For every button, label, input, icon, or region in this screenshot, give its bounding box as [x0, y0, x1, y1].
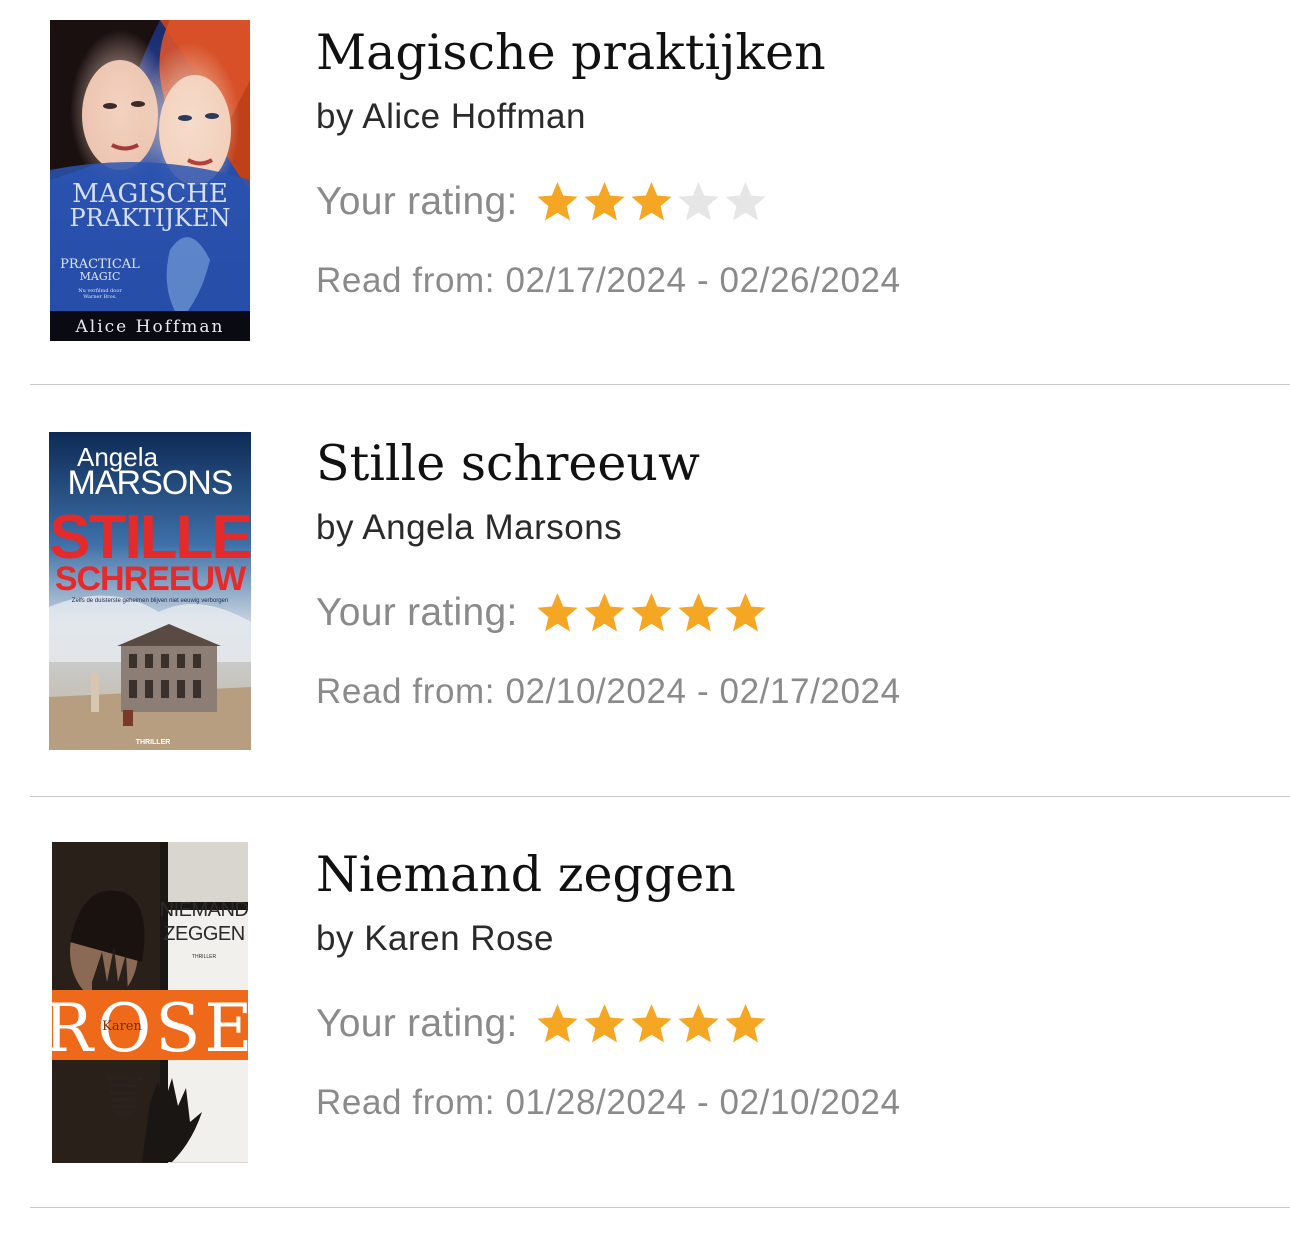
star-empty-icon[interactable]: [722, 179, 769, 223]
star-filled-icon[interactable]: [628, 179, 675, 223]
cover-subtitle-line2: MAGIC: [80, 270, 121, 283]
cover-quote-line1: 'De thrillers van: [106, 1076, 143, 1082]
cover-quote-line4: kippenvel.': [112, 1097, 137, 1103]
cover-quote-source2: Weekly: [116, 1111, 133, 1117]
rating-row: Your rating:: [316, 998, 769, 1048]
row-divider: [30, 1207, 1290, 1208]
cover-author: Alice Hoffman: [75, 317, 225, 337]
cover-quote-source1: Publishers: [111, 1104, 137, 1110]
star-filled-icon[interactable]: [722, 590, 769, 634]
rating-row: Your rating:: [316, 587, 769, 637]
star-filled-icon[interactable]: [722, 1001, 769, 1045]
cover-author-first: Karen: [102, 1019, 142, 1034]
star-filled-icon[interactable]: [675, 1001, 722, 1045]
rating-row: Your rating:: [316, 176, 769, 226]
book-author[interactable]: by Angela Marsons: [316, 510, 622, 545]
book-row[interactable]: NIEMAND ZEGGEN THRILLER ROSE Karen 'De t…: [0, 822, 1290, 1233]
star-rating[interactable]: [534, 590, 769, 634]
cover-quote-line2: Karen Rose: [111, 1083, 138, 1089]
book-cover-image[interactable]: Angela MARSONS STILLE SCHREEUW Zelfs de …: [49, 432, 251, 750]
star-filled-icon[interactable]: [581, 179, 628, 223]
star-rating[interactable]: [534, 179, 769, 223]
read-dates: Read from: 01/28/2024 - 02/10/2024: [316, 1083, 901, 1122]
cover-genre: THRILLER: [192, 954, 217, 960]
star-filled-icon[interactable]: [534, 1001, 581, 1045]
cover-title-line2: SCHREEUW: [55, 560, 247, 598]
rating-label: Your rating:: [316, 179, 518, 223]
cover-quote-line3: bezorgen je: [111, 1090, 138, 1096]
book-author[interactable]: by Alice Hoffman: [316, 99, 586, 134]
row-divider: [30, 384, 1290, 385]
rating-label: Your rating:: [316, 590, 518, 634]
star-empty-icon[interactable]: [675, 179, 722, 223]
book-cover-image[interactable]: NIEMAND ZEGGEN THRILLER ROSE Karen 'De t…: [52, 842, 248, 1163]
read-dates: Read from: 02/17/2024 - 02/26/2024: [316, 261, 901, 300]
cover-tagline-line2: Warner Bros.: [83, 294, 117, 300]
cover-genre: THRILLER: [136, 739, 171, 746]
book-title[interactable]: Stille schreeuw: [316, 439, 700, 488]
reading-list: MAGISCHE PRAKTIJKEN PRACTICAL MAGIC Nu v…: [0, 0, 1290, 1212]
star-rating[interactable]: [534, 1001, 769, 1045]
star-filled-icon[interactable]: [628, 590, 675, 634]
star-filled-icon[interactable]: [534, 590, 581, 634]
star-filled-icon[interactable]: [581, 1001, 628, 1045]
book-title[interactable]: Magische praktijken: [316, 28, 826, 77]
book-title[interactable]: Niemand zeggen: [316, 850, 736, 899]
book-row[interactable]: MAGISCHE PRAKTIJKEN PRACTICAL MAGIC Nu v…: [0, 0, 1290, 411]
cover-title-line1: NIEMAND: [160, 899, 248, 921]
cover-title-line2: ZEGGEN: [163, 923, 244, 945]
star-filled-icon[interactable]: [675, 590, 722, 634]
row-divider: [30, 796, 1290, 797]
rating-label: Your rating:: [316, 1001, 518, 1045]
cover-tagline: Zelfs de duisterste geheimen blijven nie…: [72, 598, 228, 604]
cover-author-last: MARSONS: [68, 464, 233, 502]
book-row[interactable]: Angela MARSONS STILLE SCHREEUW Zelfs de …: [0, 411, 1290, 822]
star-filled-icon[interactable]: [581, 590, 628, 634]
star-filled-icon[interactable]: [628, 1001, 675, 1045]
book-author[interactable]: by Karen Rose: [316, 921, 554, 956]
star-filled-icon[interactable]: [534, 179, 581, 223]
read-dates: Read from: 02/10/2024 - 02/17/2024: [316, 672, 901, 711]
cover-title-line2: PRAKTIJKEN: [69, 204, 230, 232]
cover-author-last: ROSE: [52, 990, 248, 1067]
book-cover-image[interactable]: MAGISCHE PRAKTIJKEN PRACTICAL MAGIC Nu v…: [50, 20, 250, 341]
